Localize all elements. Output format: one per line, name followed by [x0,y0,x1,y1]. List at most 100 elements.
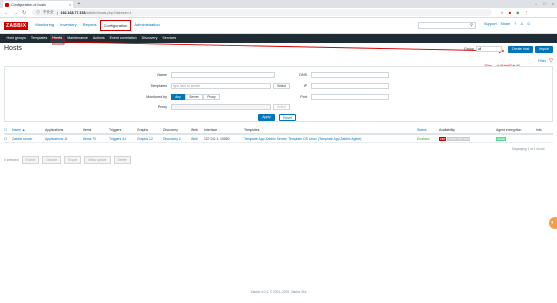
reset-button[interactable]: Reset [279,114,296,121]
ip-input[interactable] [311,83,389,89]
support-link[interactable]: Support [484,22,497,26]
menu-reports[interactable]: Reports [80,20,100,31]
mass-action-bar: 0 selected Enable Disable Export Mass up… [4,156,131,164]
monitored-proxy-button[interactable]: Proxy [203,94,220,100]
maximize-icon[interactable]: □ [543,1,545,6]
col-graphs: Graphs [137,128,149,132]
table-row: ☐ Zabbix server Applications 11 Items 70… [4,135,553,143]
select-all-checkbox[interactable]: ☐ [4,128,12,132]
zabbix-favicon-icon [5,2,9,7]
global-search-input[interactable] [418,22,476,29]
availability-badges: ZBX SNMP JMX IPMI [439,136,496,141]
url-field[interactable]: ⓘ 不安全 | 192.168.77.153/zabbix/hosts.php?… [32,9,493,16]
col-web: Web [191,128,198,132]
selected-count: 0 selected [4,158,19,162]
interface-value: 127.0.0.1: 10050 [204,136,230,141]
col-templates: Templates [244,128,260,132]
filter-label: Filter [538,58,547,63]
page-title: Hosts [4,45,22,52]
templates-input[interactable]: type here to search [171,83,271,89]
name-label: Name [157,73,167,77]
monitored-any-button[interactable]: Any [171,94,185,100]
browser-tab[interactable]: Configuration of hosts × [3,1,73,8]
extension-icon[interactable]: ■ [509,10,511,15]
info-icon: ⓘ [36,10,40,14]
forward-icon[interactable]: → [13,10,18,16]
extensions: ☆ ■ ◆ ⋮ [500,10,528,15]
dns-label: DNS [299,73,307,77]
encryption-cell: NONE [496,136,536,141]
items-link[interactable]: Items 70 [83,137,109,141]
proxy-input [171,104,271,110]
share-link[interactable]: Share [501,22,511,26]
export-button[interactable]: Export [64,156,82,164]
mass-update-button[interactable]: Mass update [84,156,111,164]
col-availability: Availability [439,128,455,132]
filter-tab[interactable]: Filter ▽ [4,57,553,64]
triggers-link[interactable]: Triggers 44 [109,137,137,141]
reload-icon[interactable]: ↻ [22,10,26,16]
subnav-host-groups[interactable]: Host groups [4,34,28,43]
search-icon[interactable]: ⚲ [470,22,473,27]
address-bar-row: ← → ↻ ⓘ 不安全 | 192.168.77.153/zabbix/host… [0,8,557,18]
url-separator: | [56,10,58,15]
discovery-link[interactable]: Discovery 2 [163,137,191,141]
logout-icon[interactable]: ⏻ [527,22,530,26]
close-window-icon[interactable]: × [552,1,554,6]
applications-link[interactable]: Applications 11 [45,137,83,141]
menu-monitoring[interactable]: Monitoring [32,20,57,31]
apply-button[interactable]: Apply [258,114,275,121]
subnav-templates[interactable]: Templates [28,34,49,43]
row-checkbox[interactable]: ☐ [4,137,12,141]
menu-inventory[interactable]: Inventory [57,20,79,31]
delete-button[interactable]: Delete [113,156,131,164]
col-status[interactable]: Status [417,128,439,132]
templates-label: Templates [150,84,167,88]
displaying-count: Displaying 1 of 1 found [512,147,545,151]
table-header: ☐ Name ▲ Applications Items Triggers Gra… [4,127,553,135]
top-right-links: Support Share ? ♙ ⏻ [484,22,530,26]
shield-icon[interactable]: ◆ [516,10,519,15]
minimize-icon[interactable]: – [535,1,537,6]
zbx-badge: ZBX [439,136,447,141]
encryption-badge: NONE [496,136,507,141]
menu-configuration[interactable]: Configuration [99,20,132,31]
status-link[interactable]: Enabled [417,137,439,141]
user-icon[interactable]: ♙ [520,22,523,26]
star-icon[interactable]: ☆ [500,10,504,15]
window-controls: – □ × [535,1,554,6]
close-tab-icon[interactable]: × [69,3,71,7]
group-selector: Group all [464,46,502,52]
create-host-button[interactable]: Create host [508,46,533,53]
proxy-label: Proxy [157,105,167,109]
menu-administration[interactable]: Administration [131,20,162,31]
browser-tab-bar [0,0,557,8]
group-label: Group [464,47,474,51]
name-input[interactable] [171,72,275,78]
monitored-server-button[interactable]: Server [185,94,203,100]
other-badges: SNMP JMX IPMI [447,136,471,141]
host-name-link[interactable]: Zabbix server [12,137,45,141]
enable-button[interactable]: Enable [21,156,40,164]
port-label: Port [300,95,307,99]
zabbix-logo[interactable]: ZABBIX [4,21,29,30]
col-name[interactable]: Name ▲ [12,128,45,132]
col-discovery: Discovery [163,128,178,132]
footer: Zabbix 4.0.4. © 2001–2019, Zabbix SIA [250,290,307,294]
templates-value[interactable]: Template App Zabbix Server, Template OS … [244,137,417,141]
url-host: 192.168.77.153 [60,10,86,15]
group-select[interactable]: all [476,46,502,52]
menu-icon[interactable]: ⋮ [524,10,528,15]
floating-widget-icon[interactable]: ◐ [549,217,557,229]
filter-icon: ▽ [549,57,553,64]
web-link[interactable]: Web [191,137,204,141]
disable-button[interactable]: Disable [42,156,62,164]
port-input[interactable] [311,94,389,100]
back-icon[interactable]: ← [4,10,9,16]
graphs-link[interactable]: Graphs 12 [137,137,163,141]
import-button[interactable]: Import [535,46,553,53]
dns-input[interactable] [311,72,389,78]
new-tab-icon[interactable]: + [76,1,82,7]
help-link[interactable]: ? [514,22,516,26]
proxy-select-button: Select [273,104,290,110]
